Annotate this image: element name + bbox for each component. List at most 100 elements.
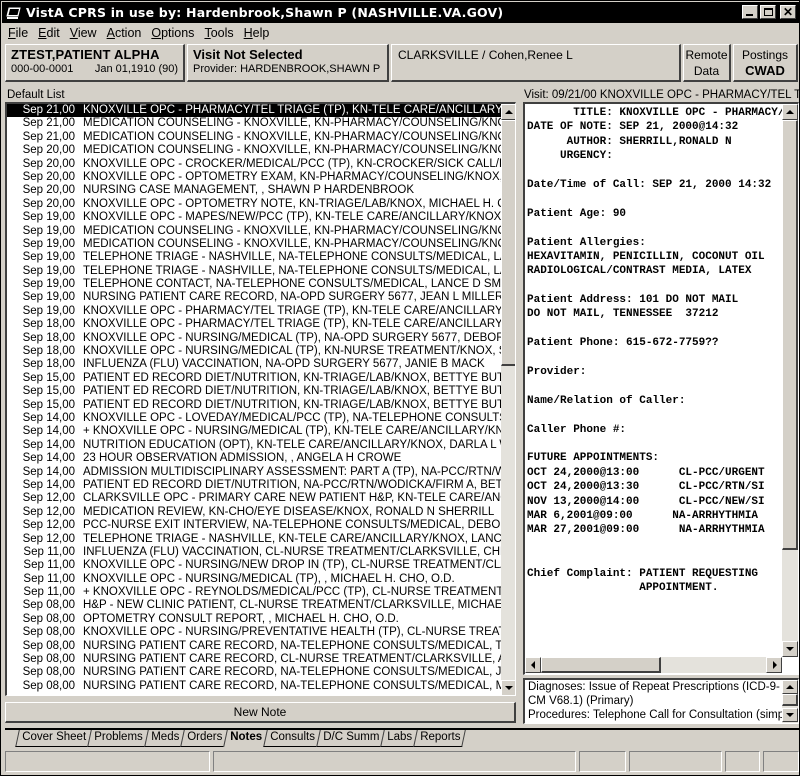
note-list-item[interactable]: Sep 12,00 CLARKSVILLE OPC - PRIMARY CARE …: [7, 492, 501, 505]
location-provider-button[interactable]: CLARKSVILLE / Cohen,Renee L: [391, 44, 681, 82]
note-list-item[interactable]: Sep 14,00 23 HOUR OBSERVATION ADMISSION, …: [7, 452, 501, 465]
note-title: MEDICATION COUNSELING - KNOXVILLE, KN-PH…: [83, 144, 501, 157]
maximize-button[interactable]: [760, 5, 776, 19]
note-list-item[interactable]: Sep 14,00 PATIENT ED RECORD DIET/NUTRITIO…: [7, 479, 501, 492]
note-list-item[interactable]: Sep 20,00 KNOXVILLE OPC - OPTOMETRY NOTE,…: [7, 198, 501, 211]
note-list-item[interactable]: Sep 14,00 NUTRITION EDUCATION (OPT), KN-T…: [7, 439, 501, 452]
note-list-item[interactable]: Sep 19,00 MEDICATION COUNSELING - KNOXVIL…: [7, 225, 501, 238]
remote-data-button[interactable]: Remote Data: [683, 44, 731, 82]
postings-button[interactable]: Postings CWAD: [733, 44, 798, 82]
menu-edit[interactable]: Edit: [38, 26, 60, 40]
tab-consults[interactable]: Consults: [262, 730, 321, 747]
note-visit-header: Visit: 09/21/00 KNOXVILLE OPC - PHARMACY…: [524, 89, 799, 101]
note-list-item[interactable]: Sep 14,00 KNOXVILLE OPC - LOVEDAY/MEDICAL…: [7, 412, 501, 425]
minimize-button[interactable]: [742, 5, 758, 19]
note-list-item[interactable]: Sep 08,00 KNOXVILLE OPC - NURSING/PREVENT…: [7, 626, 501, 639]
note-list-item[interactable]: Sep 19,00 TELEPHONE TRIAGE - NASHVILLE, N…: [7, 265, 501, 278]
patient-selector[interactable]: ZTEST,PATIENT ALPHA 000-00-0001 Jan 01,1…: [5, 44, 185, 82]
tab-orders[interactable]: Orders: [179, 730, 228, 747]
note-list-item[interactable]: Sep 19,00 MEDICATION COUNSELING - KNOXVIL…: [7, 238, 501, 251]
tab-reports[interactable]: Reports: [412, 730, 466, 747]
note-date: Sep 12,00: [22, 505, 75, 518]
note-date: Sep 18,00: [22, 331, 75, 344]
note-list-item[interactable]: Sep 15,00 PATIENT ED RECORD DIET/NUTRITIO…: [7, 399, 501, 412]
menu-view[interactable]: View: [70, 26, 97, 40]
note-list-item[interactable]: Sep 11,00 KNOXVILLE OPC - NURSING/MEDICAL…: [7, 573, 501, 586]
tab-labs[interactable]: Labs: [379, 730, 418, 747]
note-scroll-down-button[interactable]: [782, 641, 798, 657]
encounter-scrollbar[interactable]: [782, 680, 798, 723]
note-list-item[interactable]: Sep 18,00 KNOXVILLE OPC - NURSING/MEDICAL…: [7, 332, 501, 345]
encounter-scroll-up-button[interactable]: [782, 680, 798, 694]
note-scroll-right-button[interactable]: [766, 657, 782, 673]
note-list-item[interactable]: Sep 18,00 KNOXVILLE OPC - NURSING/MEDICAL…: [7, 345, 501, 358]
note-list-item[interactable]: Sep 19,00 NURSING PATIENT CARE RECORD, NA…: [7, 291, 501, 304]
note-hscroll-thumb[interactable]: [541, 657, 661, 673]
arrow-up-icon: [505, 110, 513, 114]
note-list-item[interactable]: Sep 18,00 KNOXVILLE OPC - PHARMACY/TEL TR…: [7, 318, 501, 331]
note-list-item[interactable]: Sep 12,00 MEDICATION REVIEW, KN-CHO/EYE D…: [7, 506, 501, 519]
note-list-item[interactable]: Sep 19,00 TELEPHONE CONTACT, NA-TELEPHONE…: [7, 278, 501, 291]
new-note-button[interactable]: New Note: [5, 702, 516, 723]
scroll-up-button[interactable]: [501, 104, 515, 120]
note-list-item[interactable]: Sep 21,00 MEDICATION COUNSELING - KNOXVIL…: [7, 131, 501, 144]
note-list-item[interactable]: Sep 19,00 KNOXVILLE OPC - MAPES/NEW/PCC (…: [7, 211, 501, 224]
note-title: KNOXVILLE OPC - MAPES/NEW/PCC (TP), KN-T…: [83, 211, 501, 224]
note-list-item[interactable]: Sep 20,00 KNOXVILLE OPC - OPTOMETRY EXAM,…: [7, 171, 501, 184]
note-list-item[interactable]: Sep 08,00 NURSING PATIENT CARE RECORD, NA…: [7, 680, 501, 693]
close-button[interactable]: ✕: [780, 5, 796, 19]
pane-splitter[interactable]: [517, 87, 521, 727]
menu-help[interactable]: Help: [244, 26, 270, 40]
notes-list[interactable]: Sep 21,00 KNOXVILLE OPC - PHARMACY/TEL TR…: [5, 102, 516, 696]
note-list-item[interactable]: Sep 08,00 NURSING PATIENT CARE RECORD, CL…: [7, 653, 501, 666]
tab-cover-sheet[interactable]: Cover Sheet: [15, 730, 92, 747]
tab-notes[interactable]: Notes: [222, 730, 268, 747]
note-list-item[interactable]: Sep 20,00 KNOXVILLE OPC - CROCKER/MEDICAL…: [7, 158, 501, 171]
tab-problems[interactable]: Problems: [87, 730, 149, 747]
notes-list-scrollbar[interactable]: [501, 104, 515, 695]
menu-tools[interactable]: Tools: [204, 26, 233, 40]
note-list-item[interactable]: Sep 20,00 NURSING CASE MANAGEMENT, , SHAW…: [7, 184, 501, 197]
note-scroll-left-button[interactable]: [525, 657, 541, 673]
note-list-item[interactable]: Sep 19,00 TELEPHONE TRIAGE - NASHVILLE, N…: [7, 251, 501, 264]
note-list-item[interactable]: Sep 11,00 INFLUENZA (FLU) VACCINATION, CL…: [7, 546, 501, 559]
note-text-line: Date/Time of Call: SEP 21, 2000 14:32: [527, 178, 772, 191]
note-list-item[interactable]: Sep 11,00 KNOXVILLE OPC - NURSING/NEW DRO…: [7, 559, 501, 572]
menu-action[interactable]: Action: [107, 26, 142, 40]
tab-meds[interactable]: Meds: [143, 730, 185, 747]
note-list-item[interactable]: Sep 18,00 INFLUENZA (FLU) VACCINATION, NA…: [7, 358, 501, 371]
scroll-down-button[interactable]: [501, 680, 515, 695]
menu-options[interactable]: Options: [151, 26, 194, 40]
note-list-item[interactable]: Sep 08,00 NURSING PATIENT CARE RECORD, NA…: [7, 666, 501, 679]
note-list-item[interactable]: Sep 12,00 TELEPHONE TRIAGE - NASHVILLE, K…: [7, 533, 501, 546]
menu-file[interactable]: File: [8, 26, 28, 40]
encounter-scroll-down-button[interactable]: [782, 708, 798, 722]
note-horizontal-scrollbar[interactable]: [525, 657, 782, 673]
note-list-item[interactable]: Sep 21,00 MEDICATION COUNSELING - KNOXVIL…: [7, 117, 501, 130]
note-list-item[interactable]: Sep 20,00 MEDICATION COUNSELING - KNOXVIL…: [7, 144, 501, 157]
visit-selector[interactable]: Visit Not Selected Provider: HARDENBROOK…: [187, 44, 389, 82]
note-text-area[interactable]: TITLE: KNOXVILLE OPC - PHARMACY/TEL TRIA…: [523, 102, 799, 675]
encounter-info[interactable]: Diagnoses: Issue of Repeat Prescriptions…: [523, 678, 799, 724]
note-list-item[interactable]: Sep 14,00 ADMISSION MULTIDISCIPLINARY ASS…: [7, 466, 501, 479]
tab-d-c-summ[interactable]: D/C Summ: [315, 730, 385, 747]
note-list-item[interactable]: Sep 14,00 + KNOXVILLE OPC - NURSING/MEDIC…: [7, 425, 501, 438]
note-list-item[interactable]: Sep 08,00 H&P - NEW CLINIC PATIENT, CL-NU…: [7, 599, 501, 612]
note-scroll-thumb[interactable]: [782, 120, 798, 550]
arrow-right-icon: [773, 661, 777, 669]
postings-label: Postings: [741, 48, 789, 62]
note-list-item[interactable]: Sep 08,00 OPTOMETRY CONSULT REPORT, , MIC…: [7, 613, 501, 626]
note-list-item[interactable]: Sep 12,00 PCC-NURSE EXIT INTERVIEW, NA-TE…: [7, 519, 501, 532]
cprs-app-icon[interactable]: [6, 6, 22, 20]
note-list-item[interactable]: Sep 08,00 NURSING PATIENT CARE RECORD, NA…: [7, 640, 501, 653]
note-list-item[interactable]: Sep 19,00 KNOXVILLE OPC - PHARMACY/TEL TR…: [7, 305, 501, 318]
note-list-item[interactable]: Sep 21,00 KNOXVILLE OPC - PHARMACY/TEL TR…: [7, 104, 501, 118]
note-list-item[interactable]: Sep 15,00 PATIENT ED RECORD DIET/NUTRITIO…: [7, 372, 501, 385]
note-text-line: Provider:: [527, 366, 587, 379]
note-list-item[interactable]: Sep 15,00 PATIENT ED RECORD DIET/NUTRITIO…: [7, 385, 501, 398]
scroll-thumb[interactable]: [501, 120, 515, 366]
note-scroll-up-button[interactable]: [782, 104, 798, 120]
note-list-item[interactable]: Sep 11,00 + KNOXVILLE OPC - REYNOLDS/MEDI…: [7, 586, 501, 599]
encounter-scroll-thumb[interactable]: [782, 694, 798, 706]
note-vertical-scrollbar[interactable]: [782, 104, 798, 657]
